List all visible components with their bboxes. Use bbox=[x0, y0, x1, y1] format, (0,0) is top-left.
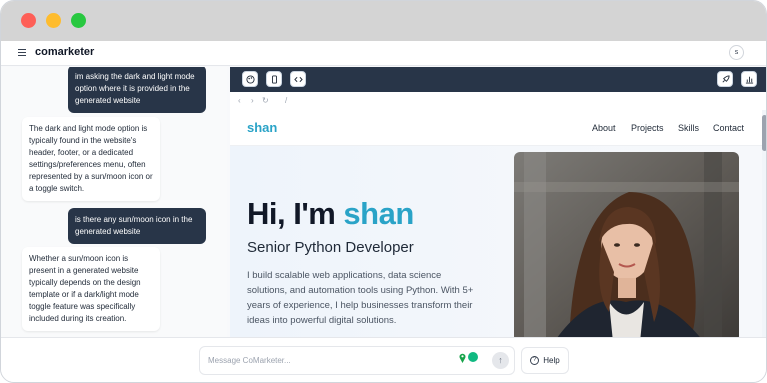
site-navbar: shan About Projects Skills Contact bbox=[230, 110, 762, 146]
window-titlebar bbox=[1, 1, 766, 41]
chart-icon[interactable] bbox=[741, 71, 757, 87]
maximize-window-button[interactable] bbox=[71, 13, 86, 28]
hero-name: shan bbox=[343, 196, 414, 231]
chat-message-assistant: The dark and light mode option is typica… bbox=[22, 117, 160, 201]
help-button[interactable]: ? Help bbox=[521, 347, 569, 374]
hero-section: Hi, I'm shan Senior Python Developer I b… bbox=[230, 146, 762, 337]
hero-subtitle: Senior Python Developer bbox=[247, 239, 414, 256]
chat-message-user: im asking the dark and light mode option… bbox=[68, 67, 206, 113]
site-logo[interactable]: shan bbox=[247, 120, 277, 135]
nav-link-projects[interactable]: Projects bbox=[631, 123, 664, 133]
refresh-icon[interactable]: ↻ bbox=[262, 96, 269, 105]
help-circle-icon: ? bbox=[530, 356, 540, 365]
hero-greeting: Hi, I'm bbox=[247, 196, 336, 231]
profile-photo bbox=[514, 152, 739, 337]
chat-message-assistant: Whether a sun/moon icon is present in a … bbox=[22, 247, 160, 331]
message-composer: ↑ bbox=[199, 346, 515, 375]
message-input[interactable] bbox=[208, 356, 448, 365]
hero-heading: Hi, I'm shan bbox=[247, 196, 414, 232]
app-header: comarketer s bbox=[1, 41, 766, 66]
nav-link-skills[interactable]: Skills bbox=[678, 123, 699, 133]
send-button[interactable]: ↑ bbox=[492, 352, 509, 369]
whatsapp-icon[interactable] bbox=[468, 352, 478, 362]
location-pin-icon[interactable] bbox=[459, 353, 466, 365]
forward-arrow-icon[interactable]: › bbox=[251, 96, 254, 105]
back-arrow-icon[interactable]: ‹ bbox=[238, 96, 241, 105]
preview-url[interactable]: / bbox=[285, 96, 287, 105]
preview-toolbar bbox=[230, 67, 766, 92]
close-window-button[interactable] bbox=[21, 13, 36, 28]
app-window: comarketer s im asking the dark and ligh… bbox=[0, 0, 767, 383]
palette-icon[interactable] bbox=[242, 71, 258, 87]
minimize-window-button[interactable] bbox=[46, 13, 61, 28]
app-title: comarketer bbox=[35, 46, 95, 58]
mobile-icon[interactable] bbox=[266, 71, 282, 87]
hamburger-menu-icon[interactable] bbox=[18, 49, 26, 56]
preview-address-bar: ‹ › ↻ / bbox=[230, 92, 766, 110]
user-avatar[interactable]: s bbox=[729, 45, 744, 60]
chat-message-user: is there any sun/moon icon in the genera… bbox=[68, 208, 206, 244]
website-preview-panel: ‹ › ↻ / shan About Projects Skills Conta… bbox=[230, 67, 766, 337]
hero-paragraph: I build scalable web applications, data … bbox=[247, 270, 474, 326]
rocket-icon[interactable] bbox=[717, 71, 733, 87]
nav-link-contact[interactable]: Contact bbox=[713, 123, 744, 133]
help-label: Help bbox=[543, 356, 560, 365]
nav-link-about[interactable]: About bbox=[592, 123, 616, 133]
code-icon[interactable] bbox=[290, 71, 306, 87]
chat-panel: im asking the dark and light mode option… bbox=[1, 67, 227, 337]
preview-scrollbar-thumb[interactable] bbox=[762, 115, 766, 151]
